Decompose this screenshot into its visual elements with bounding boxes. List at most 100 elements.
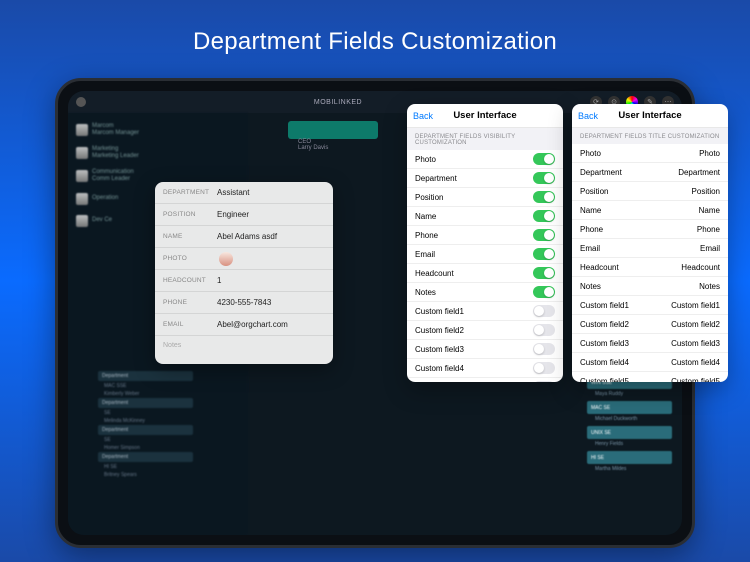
visibility-toggle[interactable] [533,305,555,317]
node-name: Henry Fields [587,441,672,451]
card-row-value: 4230-555-7843 [217,298,271,307]
card-row-label: DEPARTMENT [155,189,217,196]
visibility-toggle[interactable] [533,210,555,222]
menu-dot-icon[interactable] [76,97,86,107]
org-node-root [288,121,378,139]
visibility-row: Custom field1 [407,302,563,321]
person-name: Dev Ce [92,217,112,224]
card-row-value: Abel Adams asdf [217,232,277,241]
notes-field[interactable]: Notes [155,336,333,364]
panel-title: User Interface [453,110,516,121]
card-photo [219,252,233,266]
title-row[interactable]: Custom field3Custom field3 [572,334,728,353]
field-label: Email [415,250,435,259]
field-title-value: Custom field2 [671,320,720,329]
panel-header: Back User Interface [572,104,728,128]
person-name: MarcomMarcom Manager [92,123,139,136]
field-title-value: Name [699,206,720,215]
visibility-toggle[interactable] [533,286,555,298]
title-row[interactable]: Custom field1Custom field1 [572,296,728,315]
card-row: EMAILAbel@orgchart.com [155,314,333,336]
card-row-label: EMAIL [155,321,217,328]
node-header: UNIX SE [587,426,672,439]
visibility-row: Email [407,245,563,264]
dept-header: Department [98,452,193,462]
field-label: Phone [580,225,603,234]
field-label: Custom field5 [580,377,629,383]
field-title-value: Email [700,244,720,253]
field-label: Headcount [580,263,619,272]
visibility-toggle[interactable] [533,362,555,374]
card-row-label: POSITION [155,211,217,218]
card-row: PHOTO [155,248,333,270]
avatar [76,124,88,136]
visibility-row: Headcount [407,264,563,283]
visibility-row: Notes [407,283,563,302]
visibility-toggle[interactable] [533,343,555,355]
title-row[interactable]: Custom field2 Custom field2 [572,315,728,334]
card-row: PHONE4230-555-7843 [155,292,333,314]
visibility-toggle[interactable] [533,172,555,184]
title-row[interactable]: HeadcountHeadcount [572,258,728,277]
visibility-toggle[interactable] [533,267,555,279]
dept-sub: SE [98,409,193,417]
title-row[interactable]: NameName [572,201,728,220]
title-row[interactable]: Email Email [572,239,728,258]
sidebar-person[interactable]: MarketingMarketing Leader [76,144,240,161]
title-panel: Back User Interface DEPARTMENT FIELDS TI… [572,104,728,382]
card-row-value: Engineer [217,210,249,219]
title-row[interactable]: Position Position [572,182,728,201]
card-row-label: NAME [155,233,217,240]
back-button[interactable]: Back [578,111,598,121]
panel-title: User Interface [618,110,681,121]
field-title-value: Department [678,168,720,177]
field-label: Custom field4 [580,358,629,367]
dept-sub: SE [98,436,193,444]
dept-name: Homer Simpson [98,444,193,452]
visibility-row: Custom field5 [407,378,563,382]
dept-name: Melinda McKinney [98,417,193,425]
avatar [76,147,88,159]
field-label: Custom field2 [580,320,629,329]
field-label: Name [415,212,436,221]
title-row[interactable]: Custom field5Custom field5 [572,372,728,382]
field-label: Headcount [415,269,454,278]
field-label: Custom field3 [415,345,464,354]
visibility-toggle[interactable] [533,324,555,336]
title-row[interactable]: Department Department [572,163,728,182]
title-row[interactable]: Photo Photo [572,144,728,163]
card-row: POSITIONEngineer [155,204,333,226]
title-row[interactable]: Phone Phone [572,220,728,239]
visibility-row: Custom field3 [407,340,563,359]
field-title-value: Phone [697,225,720,234]
section-header-visibility: DEPARTMENT FIELDS VISIBILITY CUSTOMIZATI… [407,128,563,150]
field-title-value: Position [692,187,720,196]
node-name: Michael Duckworth [587,416,672,426]
field-label: Position [580,187,608,196]
field-label: Email [580,244,600,253]
visibility-toggle[interactable] [533,248,555,260]
card-row: HEADCOUNT1 [155,270,333,292]
card-row-label: PHONE [155,299,217,306]
field-title-value: Photo [699,149,720,158]
back-button[interactable]: Back [413,111,433,121]
dept-name: Britney Spears [98,471,193,479]
sidebar-person[interactable]: MarcomMarcom Manager [76,121,240,138]
title-row[interactable]: Custom field4Custom field4 [572,353,728,372]
visibility-toggle[interactable] [533,153,555,165]
title-row[interactable]: NotesNotes [572,277,728,296]
field-label: Photo [580,149,601,158]
card-row-label: HEADCOUNT [155,277,217,284]
node-header: HI SE [587,451,672,464]
visibility-toggle[interactable] [533,381,555,382]
dept-sub: MAC SSE [98,382,193,390]
visibility-toggle[interactable] [533,191,555,203]
node-header: MAC SE [587,401,672,414]
field-label: Custom field4 [415,364,464,373]
visibility-toggle[interactable] [533,229,555,241]
field-label: Department [580,168,622,177]
field-label: Photo [415,155,436,164]
dept-header: Department [98,371,193,381]
visibility-row: Name [407,207,563,226]
card-row-value: Abel@orgchart.com [217,320,288,329]
